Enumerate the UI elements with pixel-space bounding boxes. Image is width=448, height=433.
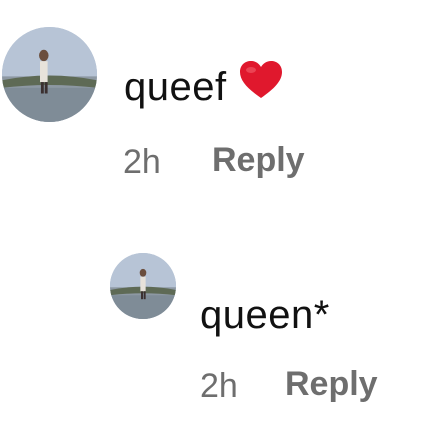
avatar[interactable] [2, 27, 97, 122]
comment-text: queef [124, 60, 284, 110]
avatar-photo-icon [2, 27, 97, 122]
avatar[interactable] [110, 253, 176, 319]
comment-timestamp: 2h [200, 367, 238, 405]
comment-body: queef [124, 65, 227, 109]
avatar-photo-icon [110, 253, 176, 319]
red-heart-icon [238, 60, 284, 100]
reply-button[interactable]: Reply [285, 365, 378, 404]
reply-button[interactable]: Reply [212, 141, 305, 180]
comment-thread: queef 2h Reply queen* 2h Reply [0, 0, 448, 433]
comment-body: queen* [200, 293, 330, 337]
comment-timestamp: 2h [123, 143, 161, 181]
